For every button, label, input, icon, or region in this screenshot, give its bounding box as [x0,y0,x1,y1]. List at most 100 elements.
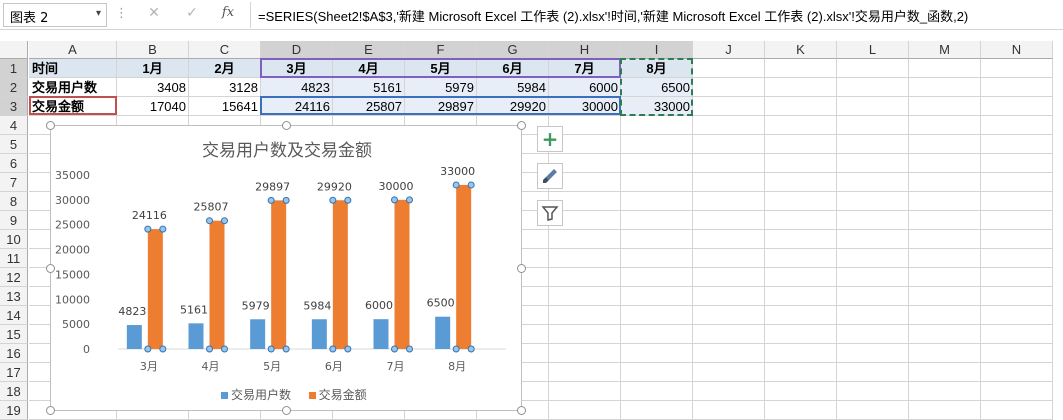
cell[interactable] [909,192,981,211]
resize-handle-tr[interactable] [517,121,526,130]
cell[interactable] [837,401,909,420]
cell[interactable] [693,287,765,306]
table-cell[interactable]: 交易用户数 [29,78,117,97]
cell[interactable] [621,344,693,363]
cell[interactable] [549,287,621,306]
cell[interactable] [765,363,837,382]
cell[interactable] [693,401,765,420]
table-cell[interactable]: 交易金额 [29,97,117,116]
column-header-F[interactable]: F [405,41,477,59]
cell[interactable] [837,116,909,135]
cell[interactable] [837,306,909,325]
cell[interactable] [909,268,981,287]
select-all-corner[interactable] [0,41,28,59]
cell[interactable] [981,325,1053,344]
table-cell[interactable]: 30000 [549,97,621,116]
cell[interactable] [909,344,981,363]
chart-object[interactable]: 交易用户数及交易金额 0 5000 10000 15000 20000 25000 3000… [50,125,522,411]
table-header-cell[interactable]: 1月 [117,59,189,78]
cell[interactable] [765,78,837,97]
chart-styles-button[interactable] [537,163,563,189]
cell[interactable] [693,344,765,363]
table-header-cell[interactable]: 5月 [405,59,477,78]
cell[interactable] [693,173,765,192]
row-header-15[interactable]: 15 [0,325,28,344]
cell[interactable] [765,135,837,154]
cell[interactable] [621,211,693,230]
cell[interactable] [909,363,981,382]
cell[interactable] [981,116,1053,135]
cell[interactable] [765,268,837,287]
cell[interactable] [621,401,693,420]
cell[interactable] [549,363,621,382]
cell[interactable] [693,192,765,211]
resize-handle-ml[interactable] [46,264,55,273]
cell[interactable] [621,382,693,401]
table-header-cell[interactable]: 4月 [333,59,405,78]
more-options-icon[interactable]: ⋮ [115,6,128,21]
cell[interactable] [981,97,1053,116]
cell[interactable] [549,325,621,344]
row-header-8[interactable]: 8 [0,192,28,211]
table-cell[interactable]: 3408 [117,78,189,97]
row-header-6[interactable]: 6 [0,154,28,173]
resize-handle-mr[interactable] [517,264,526,273]
cell[interactable] [765,382,837,401]
table-cell[interactable]: 15641 [189,97,261,116]
cell[interactable] [837,211,909,230]
cell[interactable] [765,401,837,420]
resize-handle-br[interactable] [517,406,526,415]
row-header-17[interactable]: 17 [0,363,28,382]
cell[interactable] [837,230,909,249]
cell[interactable] [909,78,981,97]
cell[interactable] [837,173,909,192]
cell[interactable] [765,230,837,249]
column-header-J[interactable]: J [693,41,765,59]
cell[interactable] [909,249,981,268]
chart-elements-button[interactable]: + [537,126,563,152]
cell[interactable] [765,249,837,268]
cell[interactable] [765,173,837,192]
chevron-down-icon[interactable]: ▾ [96,8,101,19]
resize-handle-bc[interactable] [282,406,291,415]
cell[interactable] [693,59,765,78]
cell[interactable] [693,382,765,401]
cell[interactable] [837,78,909,97]
column-header-G[interactable]: G [477,41,549,59]
row-header-4[interactable]: 4 [0,116,28,135]
cell[interactable] [909,97,981,116]
column-header-D[interactable]: D [261,41,333,59]
cell[interactable] [981,230,1053,249]
cell[interactable] [765,97,837,116]
table-cell[interactable]: 5979 [405,78,477,97]
chart-plot[interactable]: 0 5000 10000 15000 20000 25000 30000 35000 3月 482… [51,126,523,412]
cell[interactable] [765,211,837,230]
cell[interactable] [981,154,1053,173]
column-header-A[interactable]: A [29,41,117,59]
cell[interactable] [693,97,765,116]
row-header-12[interactable]: 12 [0,268,28,287]
cell[interactable] [837,325,909,344]
table-cell[interactable]: 6000 [549,78,621,97]
cell[interactable] [765,344,837,363]
insert-function-button[interactable]: fx [217,5,239,25]
column-header-E[interactable]: E [333,41,405,59]
cell[interactable] [909,211,981,230]
cell[interactable] [909,230,981,249]
row-header-2[interactable]: 2 [0,78,28,97]
cell[interactable] [837,287,909,306]
cell[interactable] [621,116,693,135]
table-cell[interactable]: 24116 [261,97,333,116]
cell[interactable] [981,306,1053,325]
row-header-7[interactable]: 7 [0,173,28,192]
cell[interactable] [981,268,1053,287]
cell[interactable] [837,268,909,287]
cell[interactable] [765,192,837,211]
cell[interactable] [621,192,693,211]
table-cell[interactable]: 29897 [405,97,477,116]
table-header-cell[interactable]: 7月 [549,59,621,78]
cell[interactable] [837,135,909,154]
table-header-cell[interactable]: 时间 [29,59,117,78]
cell[interactable] [909,135,981,154]
cell[interactable] [981,135,1053,154]
